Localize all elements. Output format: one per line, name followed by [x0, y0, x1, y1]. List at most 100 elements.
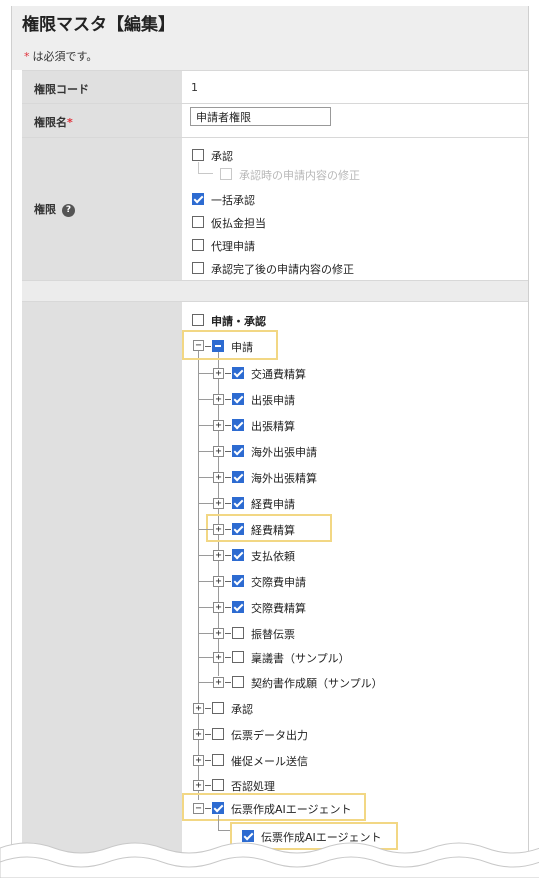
required-star: * — [24, 50, 30, 63]
perm-advance-checkbox[interactable] — [192, 216, 204, 228]
expand-toggle[interactable]: + — [213, 446, 224, 457]
tree-value-cell: 申請・承認 − 申請 + 交通費精算 + 出張申請 + 出張精算 + 海外出張申… — [182, 302, 528, 878]
tree-child-checkbox[interactable] — [232, 497, 244, 509]
tree-child-label: 海外出張精算 — [251, 472, 317, 485]
section-gap — [22, 281, 528, 301]
tree-line — [205, 734, 211, 735]
expand-toggle[interactable]: + — [213, 602, 224, 613]
help-icon[interactable]: ? — [62, 203, 75, 217]
tree-node-label: 否認処理 — [231, 780, 275, 793]
perm-approve-checkbox[interactable] — [192, 149, 204, 161]
tree-line — [198, 503, 213, 504]
tree-child-checkbox[interactable] — [232, 676, 244, 688]
expand-toggle[interactable]: + — [213, 420, 224, 431]
perm-post-approve-edit-label: 承認完了後の申請内容の修正 — [211, 263, 354, 276]
tree-line — [205, 760, 211, 761]
expand-toggle[interactable]: + — [213, 550, 224, 561]
expand-toggle[interactable]: + — [193, 755, 204, 766]
tree-child-label: 契約書作成願（サンプル） — [251, 677, 383, 690]
perm-approve-edit-checkbox[interactable] — [220, 168, 232, 180]
permissions-label: 権限 — [34, 203, 56, 216]
tree-child-checkbox[interactable] — [232, 601, 244, 613]
tree-line — [225, 657, 231, 658]
expand-toggle[interactable]: + — [193, 703, 204, 714]
perm-approve-label: 承認 — [211, 150, 233, 163]
name-label: 権限名 — [34, 116, 67, 129]
expand-toggle[interactable]: + — [213, 652, 224, 663]
tree-child-checkbox[interactable] — [232, 419, 244, 431]
expand-toggle[interactable]: + — [213, 394, 224, 405]
tree-line — [198, 657, 213, 658]
permission-master-edit-panel: 権限マスタ【編集】 *は必須です。 権限コード 1 権限名* 権限? 承認 承認… — [11, 6, 529, 878]
tree-child-label: 交際費申請 — [251, 576, 306, 589]
shinsei-checkbox[interactable] — [212, 340, 224, 352]
shinsei-label: 申請 — [231, 341, 253, 354]
torn-edge — [0, 842, 539, 878]
code-label: 権限コード — [34, 83, 89, 96]
name-label-cell: 権限名* — [22, 104, 182, 137]
tree-child-label: 稟議書（サンプル） — [251, 652, 350, 665]
tree-line — [225, 399, 231, 400]
tree-root-label: 申請・承認 — [211, 315, 266, 328]
permissions-label-cell: 権限? — [22, 138, 182, 280]
tree-root-checkbox[interactable] — [192, 314, 204, 326]
page-title: 権限マスタ【編集】 — [22, 15, 175, 35]
tree-child-checkbox[interactable] — [232, 549, 244, 561]
code-value-cell: 1 — [182, 71, 528, 103]
tree-line — [225, 529, 231, 530]
perm-post-approve-edit-checkbox[interactable] — [192, 262, 204, 274]
ai-agent-checkbox[interactable] — [212, 802, 224, 814]
tree-line — [225, 682, 231, 683]
tree-child-checkbox[interactable] — [232, 575, 244, 587]
tree-child-label: 海外出張申請 — [251, 446, 317, 459]
tree-line — [198, 399, 213, 400]
perm-approve-edit-label: 承認時の申請内容の修正 — [239, 169, 360, 182]
perm-proxy-label: 代理申請 — [211, 240, 255, 253]
tree-child-label: 経費申請 — [251, 498, 295, 511]
name-input[interactable] — [190, 107, 331, 126]
tree-line — [198, 162, 199, 173]
tree-child-checkbox[interactable] — [232, 651, 244, 663]
expand-toggle[interactable]: + — [213, 628, 224, 639]
tree-line — [205, 785, 211, 786]
perm-proxy-checkbox[interactable] — [192, 239, 204, 251]
code-value: 1 — [191, 81, 198, 94]
tree-line — [198, 529, 213, 530]
tree-child-checkbox[interactable] — [232, 393, 244, 405]
tree-child-checkbox[interactable] — [232, 445, 244, 457]
tree-node-checkbox[interactable] — [212, 754, 224, 766]
tree-child-checkbox[interactable] — [232, 367, 244, 379]
code-label-cell: 権限コード — [22, 71, 182, 103]
tree-child-checkbox[interactable] — [232, 523, 244, 535]
expand-toggle[interactable]: + — [213, 677, 224, 688]
expand-toggle[interactable]: + — [213, 576, 224, 587]
tree-child-label: 支払依頼 — [251, 550, 295, 563]
page-header: 権限マスタ【編集】 * は必須です。 — [12, 6, 528, 70]
tree-line — [198, 477, 213, 478]
tree-child-label: 出張精算 — [251, 420, 295, 433]
tree-line — [198, 682, 213, 683]
collapse-shinsei-toggle[interactable]: − — [193, 340, 204, 351]
tree-node-checkbox[interactable] — [212, 779, 224, 791]
perm-advance-label: 仮払金担当 — [211, 217, 266, 230]
tree-child-checkbox[interactable] — [232, 471, 244, 483]
collapse-ai-agent-toggle[interactable]: − — [193, 803, 204, 814]
tree-line — [225, 503, 231, 504]
permissions-label-wrap: 権限? — [34, 201, 75, 217]
tree-node-checkbox[interactable] — [212, 702, 224, 714]
expand-toggle[interactable]: + — [193, 780, 204, 791]
tree-line — [205, 708, 211, 709]
perm-bulk-approve-checkbox[interactable] — [192, 193, 204, 205]
expand-toggle[interactable]: + — [193, 729, 204, 740]
tree-node-checkbox[interactable] — [212, 728, 224, 740]
expand-toggle[interactable]: + — [213, 368, 224, 379]
required-note-text: は必須です。 — [32, 50, 98, 63]
name-label-wrap: 権限名* — [34, 114, 73, 130]
tree-line — [225, 555, 231, 556]
expand-toggle[interactable]: + — [213, 498, 224, 509]
tree-child-label: 経費精算 — [251, 524, 295, 537]
expand-toggle[interactable]: + — [213, 524, 224, 535]
tree-child-checkbox[interactable] — [232, 627, 244, 639]
tree-line — [198, 607, 213, 608]
expand-toggle[interactable]: + — [213, 472, 224, 483]
